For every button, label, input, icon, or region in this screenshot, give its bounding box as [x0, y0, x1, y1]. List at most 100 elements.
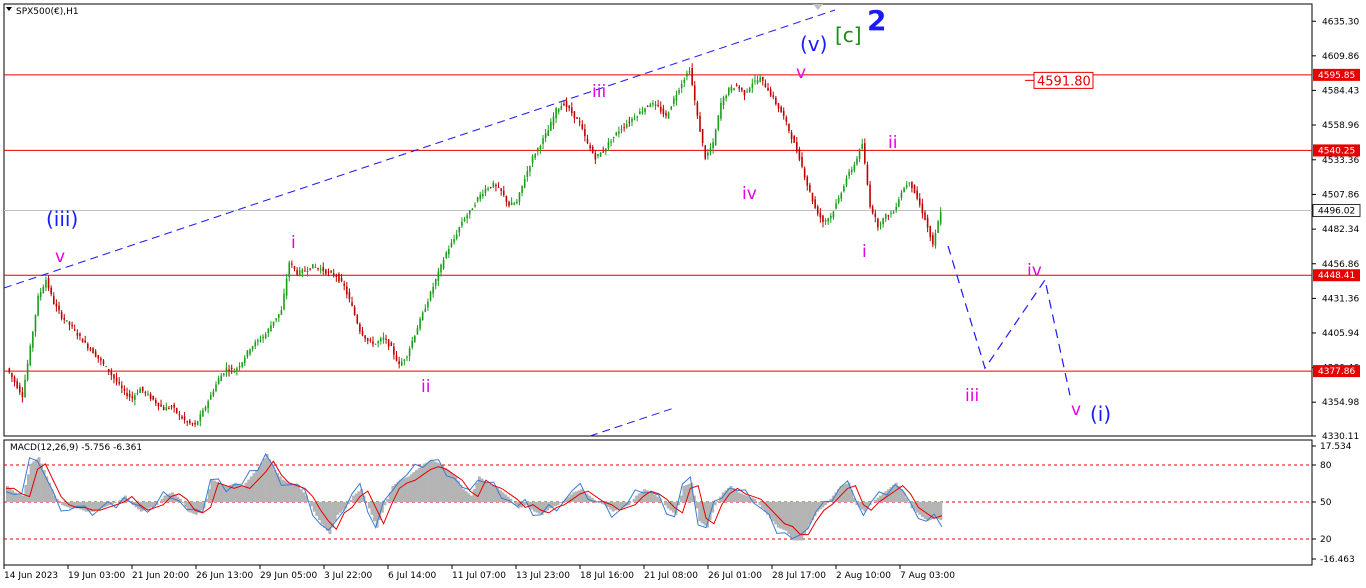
- candle-body: [63, 317, 66, 320]
- candle-body: [599, 152, 602, 157]
- candle-body: [327, 271, 330, 273]
- candle-body: [743, 90, 746, 96]
- candle-body: [895, 207, 898, 210]
- macd-bar: [415, 470, 418, 502]
- candle-body: [73, 329, 76, 331]
- candle-body: [403, 359, 406, 361]
- candle-body: [382, 337, 385, 340]
- candle-body: [113, 374, 115, 379]
- candle-body: [259, 339, 262, 342]
- x-tick-label: 28 Jul 17:00: [772, 571, 826, 581]
- macd-bar: [876, 497, 880, 502]
- candle-body: [733, 88, 735, 91]
- x-tick-label: 26 Jun 13:00: [196, 571, 253, 581]
- candle-body: [764, 83, 767, 88]
- candle-body: [233, 371, 236, 373]
- macd-bar: [666, 502, 670, 509]
- candle-body: [298, 270, 301, 276]
- macd-bar: [417, 467, 421, 502]
- candle-body: [55, 303, 58, 307]
- candle-body: [186, 421, 189, 423]
- candle-body: [576, 117, 578, 119]
- candle-body: [738, 86, 741, 89]
- candle-body: [693, 85, 696, 101]
- macd-bar: [255, 470, 258, 502]
- candle-body: [272, 321, 275, 326]
- macd-bar: [556, 502, 560, 506]
- candle-body: [856, 158, 858, 165]
- candle-body: [597, 154, 599, 156]
- candle-body: [869, 184, 871, 207]
- candle-body: [393, 346, 395, 355]
- candle-body: [47, 278, 50, 289]
- candle-body: [505, 195, 508, 202]
- candle-body: [314, 266, 317, 268]
- y-tick-label: 4635.30: [1322, 17, 1359, 27]
- x-tick-label: 19 Jun 03:00: [68, 571, 125, 581]
- macd-bar: [404, 477, 408, 502]
- candle-body: [178, 414, 181, 416]
- macd-bar: [19, 494, 23, 502]
- candle-body: [202, 410, 204, 417]
- macd-bar: [679, 495, 683, 502]
- candle-body: [429, 291, 432, 301]
- candle-body: [628, 121, 631, 123]
- trading-chart[interactable]: SPX500(€),H1 4635.30 4609.86 4584.43 4558.96…: [0, 0, 1366, 588]
- candle-body: [215, 384, 217, 391]
- candle-body: [317, 268, 319, 270]
- wave-label: i: [291, 233, 296, 253]
- candle-body: [516, 201, 518, 204]
- candle-body: [620, 129, 623, 131]
- candle-body: [903, 188, 905, 193]
- candle-body: [712, 142, 714, 149]
- macd-bar: [147, 502, 151, 509]
- macd-bar: [283, 480, 287, 502]
- candle-body: [837, 197, 840, 203]
- level-price-label: 4448.41: [1318, 271, 1355, 281]
- candle-body: [720, 102, 722, 119]
- macd-bar: [716, 500, 720, 502]
- candle-body: [727, 87, 730, 95]
- candle-body: [471, 208, 474, 210]
- candle-body: [463, 219, 466, 221]
- candle-body: [544, 133, 547, 139]
- candle-body: [319, 268, 322, 271]
- candle-body: [704, 145, 707, 159]
- macd-bar: [485, 482, 489, 502]
- candle-body: [100, 358, 102, 361]
- macd-bar: [299, 489, 303, 502]
- macd-bar: [281, 479, 285, 502]
- wave-label: (i): [1090, 402, 1111, 426]
- candle-body: [204, 406, 207, 411]
- candle-body: [207, 401, 209, 409]
- candle-body: [105, 366, 107, 368]
- candle-body: [905, 185, 908, 188]
- candle-body: [37, 295, 39, 316]
- macd-y-tick-label: 50: [1320, 498, 1332, 508]
- candle-body: [351, 302, 353, 306]
- candle-body: [139, 388, 141, 393]
- candle-body: [816, 206, 819, 214]
- candle-body: [76, 332, 79, 336]
- candle-body: [442, 260, 445, 269]
- candle-body: [751, 83, 754, 88]
- level-price-label: 4595.85: [1318, 71, 1355, 81]
- candle-body: [277, 314, 280, 318]
- candle-body: [529, 166, 531, 172]
- candle-body: [767, 87, 769, 91]
- candle-body: [421, 312, 424, 320]
- candle-body: [688, 71, 691, 73]
- candle-body: [288, 262, 291, 278]
- macd-bar: [310, 502, 314, 507]
- candle-body: [714, 129, 717, 146]
- candle-body: [8, 368, 11, 373]
- candle-body: [939, 211, 942, 224]
- candle-body: [416, 328, 419, 335]
- candle-body: [798, 148, 801, 160]
- macd-bar: [160, 498, 164, 502]
- x-tick-label: 21 Jul 08:00: [644, 571, 698, 581]
- candle-body: [659, 106, 662, 112]
- candle-body: [264, 334, 267, 339]
- candle-body: [780, 106, 782, 113]
- macd-bar: [95, 502, 99, 511]
